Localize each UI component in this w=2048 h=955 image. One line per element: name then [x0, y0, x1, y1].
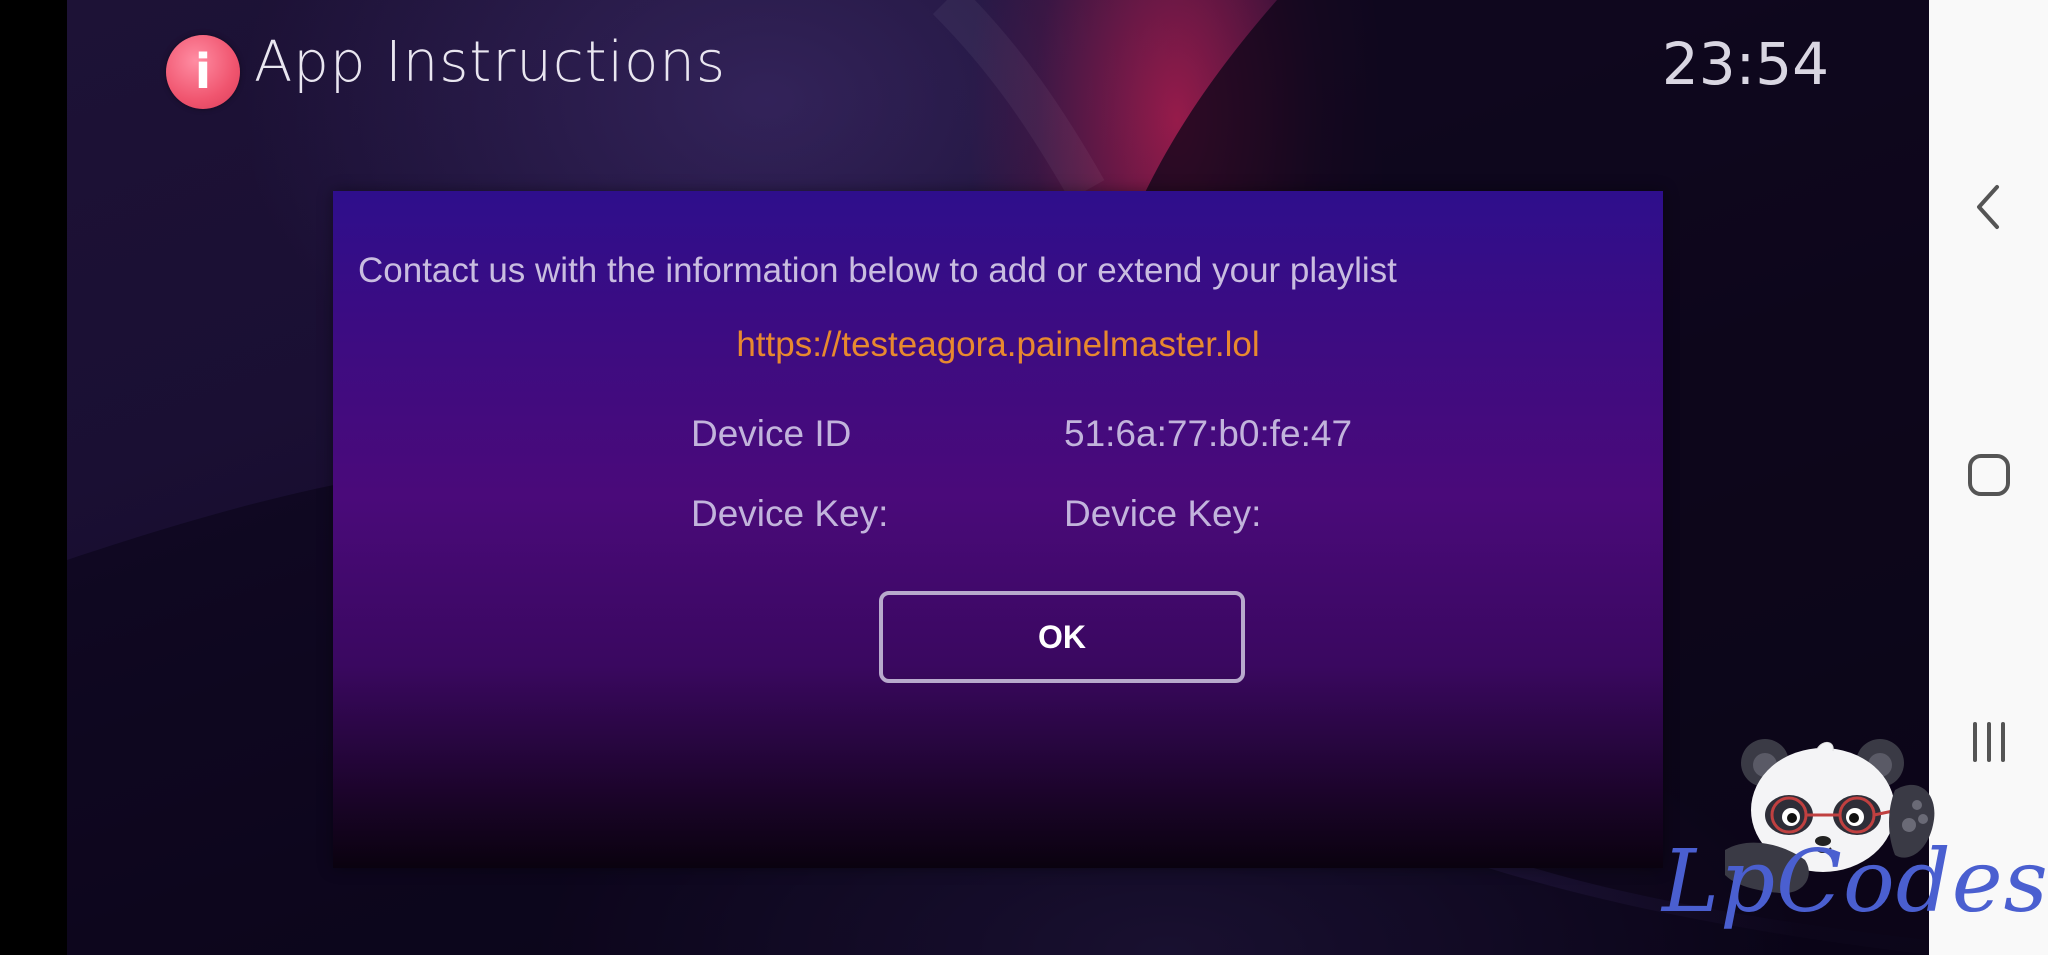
nav-back-button[interactable] — [1929, 167, 2048, 247]
instructions-dialog: Contact us with the information below to… — [333, 191, 1663, 868]
device-id-label: Device ID — [691, 413, 852, 454]
dialog-message: Contact us with the information below to… — [358, 251, 1397, 290]
watermark-logo-text: LpCodes — [1662, 832, 2048, 932]
chevron-left-icon — [1976, 185, 1999, 229]
clock: 23:54 — [1661, 30, 1829, 98]
device-key-value: Device Key: — [1064, 493, 1262, 534]
info-icon-glyph: i — [194, 44, 212, 100]
nav-home-button[interactable] — [1929, 435, 2048, 515]
screen: i App Instructions 23:54 Contact us with… — [0, 0, 2048, 955]
device-id-value: 51:6a:77:b0:fe:47 — [1064, 413, 1353, 454]
page-title: App Instructions — [254, 30, 727, 95]
ok-button-label: OK — [1038, 618, 1086, 655]
device-key-label: Device Key: — [691, 493, 889, 534]
ok-button[interactable]: OK — [879, 591, 1245, 683]
app-background: i App Instructions 23:54 Contact us with… — [67, 0, 1929, 955]
info-icon: i — [166, 35, 240, 109]
contact-url[interactable]: https://testeagora.painelmaster.lol — [333, 325, 1663, 365]
rounded-square-icon — [1967, 454, 2010, 496]
left-black-bar — [0, 0, 67, 955]
